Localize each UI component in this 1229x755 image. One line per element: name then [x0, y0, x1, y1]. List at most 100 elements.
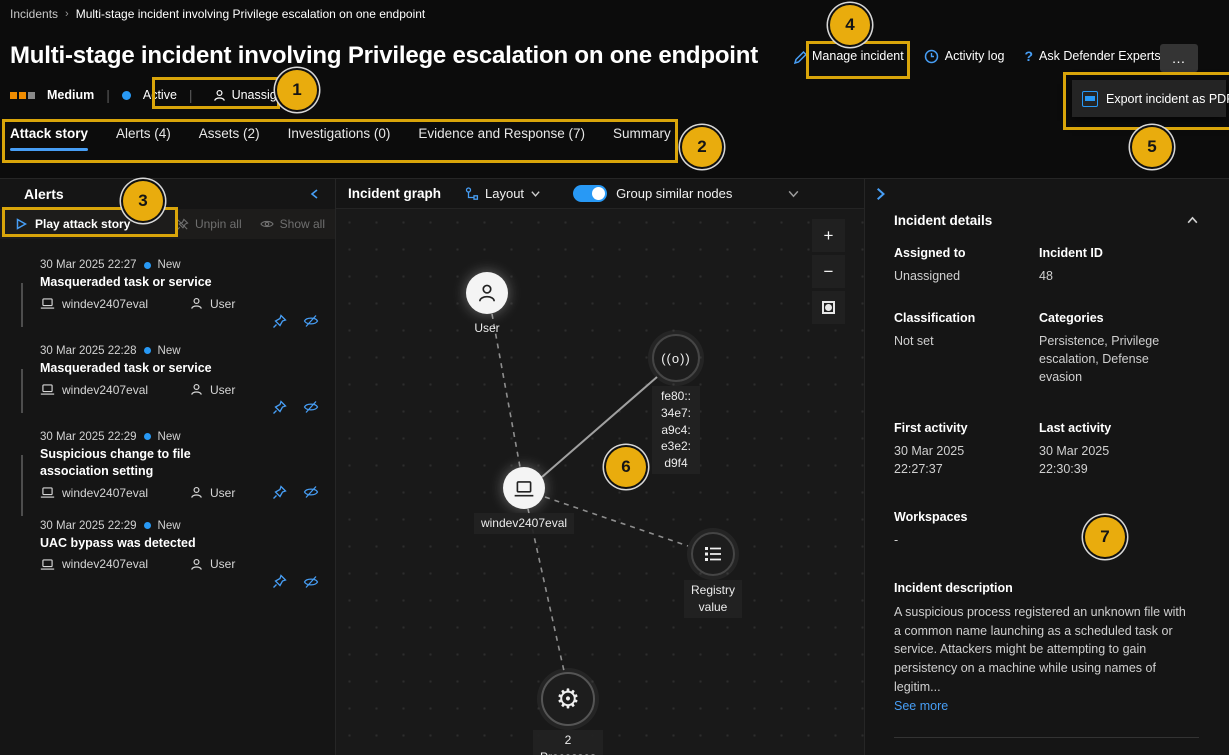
group-similar-nodes-toggle[interactable] [573, 185, 607, 202]
alert-device[interactable]: windev2407eval [62, 557, 148, 571]
see-more-link[interactable]: See more [894, 699, 948, 713]
alert-title[interactable]: Suspicious change to file association se… [40, 446, 258, 480]
status-label: Active [143, 88, 177, 102]
alert-title[interactable]: Masqueraded task or service [40, 360, 258, 377]
pin-icon[interactable] [272, 314, 287, 329]
incident-description-text: A suspicious process registered an unkno… [894, 603, 1194, 697]
graph-node-label: windev2407eval [474, 513, 574, 534]
question-mark-icon: ? [1024, 48, 1033, 64]
layout-icon [465, 187, 479, 201]
callout-4: 4 [830, 5, 870, 45]
tab-summary[interactable]: Summary [613, 126, 671, 151]
alert-user[interactable]: User [210, 383, 235, 397]
fit-to-screen-button[interactable] [812, 291, 845, 324]
callout-6: 6 [606, 447, 646, 487]
activity-log-button[interactable]: Activity log [924, 49, 1005, 64]
edit-title-icon[interactable] [793, 50, 808, 65]
hide-alert-icon[interactable] [303, 314, 319, 329]
show-all-button[interactable]: Show all [260, 217, 325, 231]
alert-card[interactable]: 30 Mar 2025 22:29 New UAC bypass was det… [0, 508, 335, 594]
user-icon [190, 297, 203, 310]
alert-device[interactable]: windev2407eval [62, 383, 148, 397]
pdf-icon [1082, 91, 1098, 107]
tab-attack-story[interactable]: Attack story [10, 126, 88, 151]
incident-graph-canvas[interactable]: User ((o)) fe80::34e7:a9c4:e3e2:d9f4 win… [336, 209, 864, 755]
incident-description-title: Incident description [894, 581, 1199, 595]
incident-badges: Medium | Active | Unassigned [10, 84, 306, 106]
incident-details-title: Incident details [894, 213, 992, 228]
pin-icon[interactable] [272, 400, 287, 415]
hide-alert-icon[interactable] [303, 400, 319, 415]
graph-node-ip[interactable]: ((o)) fe80::34e7:a9c4:e3e2:d9f4 [652, 334, 700, 474]
collapse-details-panel-icon[interactable] [873, 187, 887, 201]
graph-zoom-controls: + − [812, 219, 845, 324]
more-actions-button[interactable]: … [1160, 44, 1198, 72]
user-icon [190, 486, 203, 499]
device-icon [40, 297, 55, 310]
alert-user[interactable]: User [210, 486, 235, 500]
graph-edges [336, 209, 864, 755]
alert-user[interactable]: User [210, 557, 235, 571]
zoom-out-button[interactable]: − [812, 255, 845, 288]
breadcrumb: Incidents › Multi-stage incident involvi… [10, 7, 425, 21]
unpin-all-button[interactable]: Unpin all [176, 217, 242, 231]
alert-card[interactable]: 30 Mar 2025 22:27 New Masqueraded task o… [0, 247, 335, 333]
alert-title[interactable]: Masqueraded task or service [40, 274, 258, 291]
divider: | [104, 87, 112, 103]
collapse-section-chevron-up-icon[interactable] [1186, 214, 1199, 227]
alert-date: 30 Mar 2025 22:28 [40, 345, 137, 357]
unpin-all-label: Unpin all [195, 217, 242, 231]
manage-incident-label: Manage incident [812, 49, 904, 63]
hide-alert-icon[interactable] [303, 574, 319, 589]
tab-evidence-response[interactable]: Evidence and Response (7) [418, 126, 585, 151]
device-icon [40, 558, 55, 571]
play-icon [16, 218, 27, 230]
radio-waves-icon: ((o)) [661, 351, 691, 366]
alert-status: New [158, 431, 181, 443]
callout-3: 3 [123, 181, 163, 221]
breadcrumb-incidents-link[interactable]: Incidents [10, 7, 58, 21]
tab-assets[interactable]: Assets (2) [199, 126, 260, 151]
alert-device[interactable]: windev2407eval [62, 486, 148, 500]
eye-icon [260, 218, 274, 230]
graph-node-user[interactable]: User [466, 272, 508, 339]
zoom-in-button[interactable]: + [812, 219, 845, 252]
alert-title[interactable]: UAC bypass was detected [40, 535, 258, 552]
graph-node-device[interactable]: windev2407eval [503, 467, 545, 534]
alert-status: New [158, 345, 181, 357]
tab-alerts[interactable]: Alerts (4) [116, 126, 171, 151]
alert-device[interactable]: windev2407eval [62, 297, 148, 311]
process-group-node-icon: ⚙ [541, 672, 595, 726]
tab-investigations[interactable]: Investigations (0) [288, 126, 391, 151]
alert-status: New [158, 259, 181, 271]
graph-node-processes[interactable]: ⚙ 2 Processes [541, 672, 595, 755]
pin-icon[interactable] [272, 485, 287, 500]
collapse-left-panel-icon[interactable] [309, 188, 321, 200]
user-icon [190, 558, 203, 571]
user-node-icon [466, 272, 508, 314]
pin-icon[interactable] [272, 574, 287, 589]
graph-options-chevron-down-icon[interactable] [787, 187, 800, 200]
export-incident-pdf-menu-item[interactable]: Export incident as PDF [1072, 80, 1226, 117]
incident-id-value: 48 [1039, 267, 1169, 285]
play-attack-story-button[interactable]: Play attack story [10, 215, 136, 233]
export-incident-pdf-label: Export incident as PDF [1106, 92, 1229, 106]
alerts-panel-title: Alerts [24, 186, 64, 202]
new-status-dot [144, 522, 151, 529]
activity-log-label: Activity log [945, 49, 1005, 63]
alerts-toolbar: Play attack story Unpin all Show all [0, 209, 335, 239]
alert-card[interactable]: 30 Mar 2025 22:28 New Masqueraded task o… [0, 333, 335, 419]
manage-incident-button[interactable]: Manage incident [812, 49, 904, 63]
callout-1: 1 [277, 70, 317, 110]
workspaces-label: Workspaces [894, 510, 1039, 524]
alert-card[interactable]: 30 Mar 2025 22:29 New Suspicious change … [0, 419, 335, 508]
incident-graph-panel: Incident graph Layout Group similar node… [336, 179, 865, 755]
classification-value: Not set [894, 332, 1039, 350]
incident-id-label: Incident ID [1039, 246, 1169, 260]
incident-details-panel: Incident details Assigned to Unassigned … [865, 179, 1229, 755]
ask-defender-experts-button[interactable]: ? Ask Defender Experts [1024, 48, 1160, 64]
layout-dropdown[interactable]: Layout [465, 186, 541, 201]
alert-user[interactable]: User [210, 297, 235, 311]
graph-node-registry[interactable]: Registry value [691, 532, 735, 618]
hide-alert-icon[interactable] [303, 485, 319, 500]
